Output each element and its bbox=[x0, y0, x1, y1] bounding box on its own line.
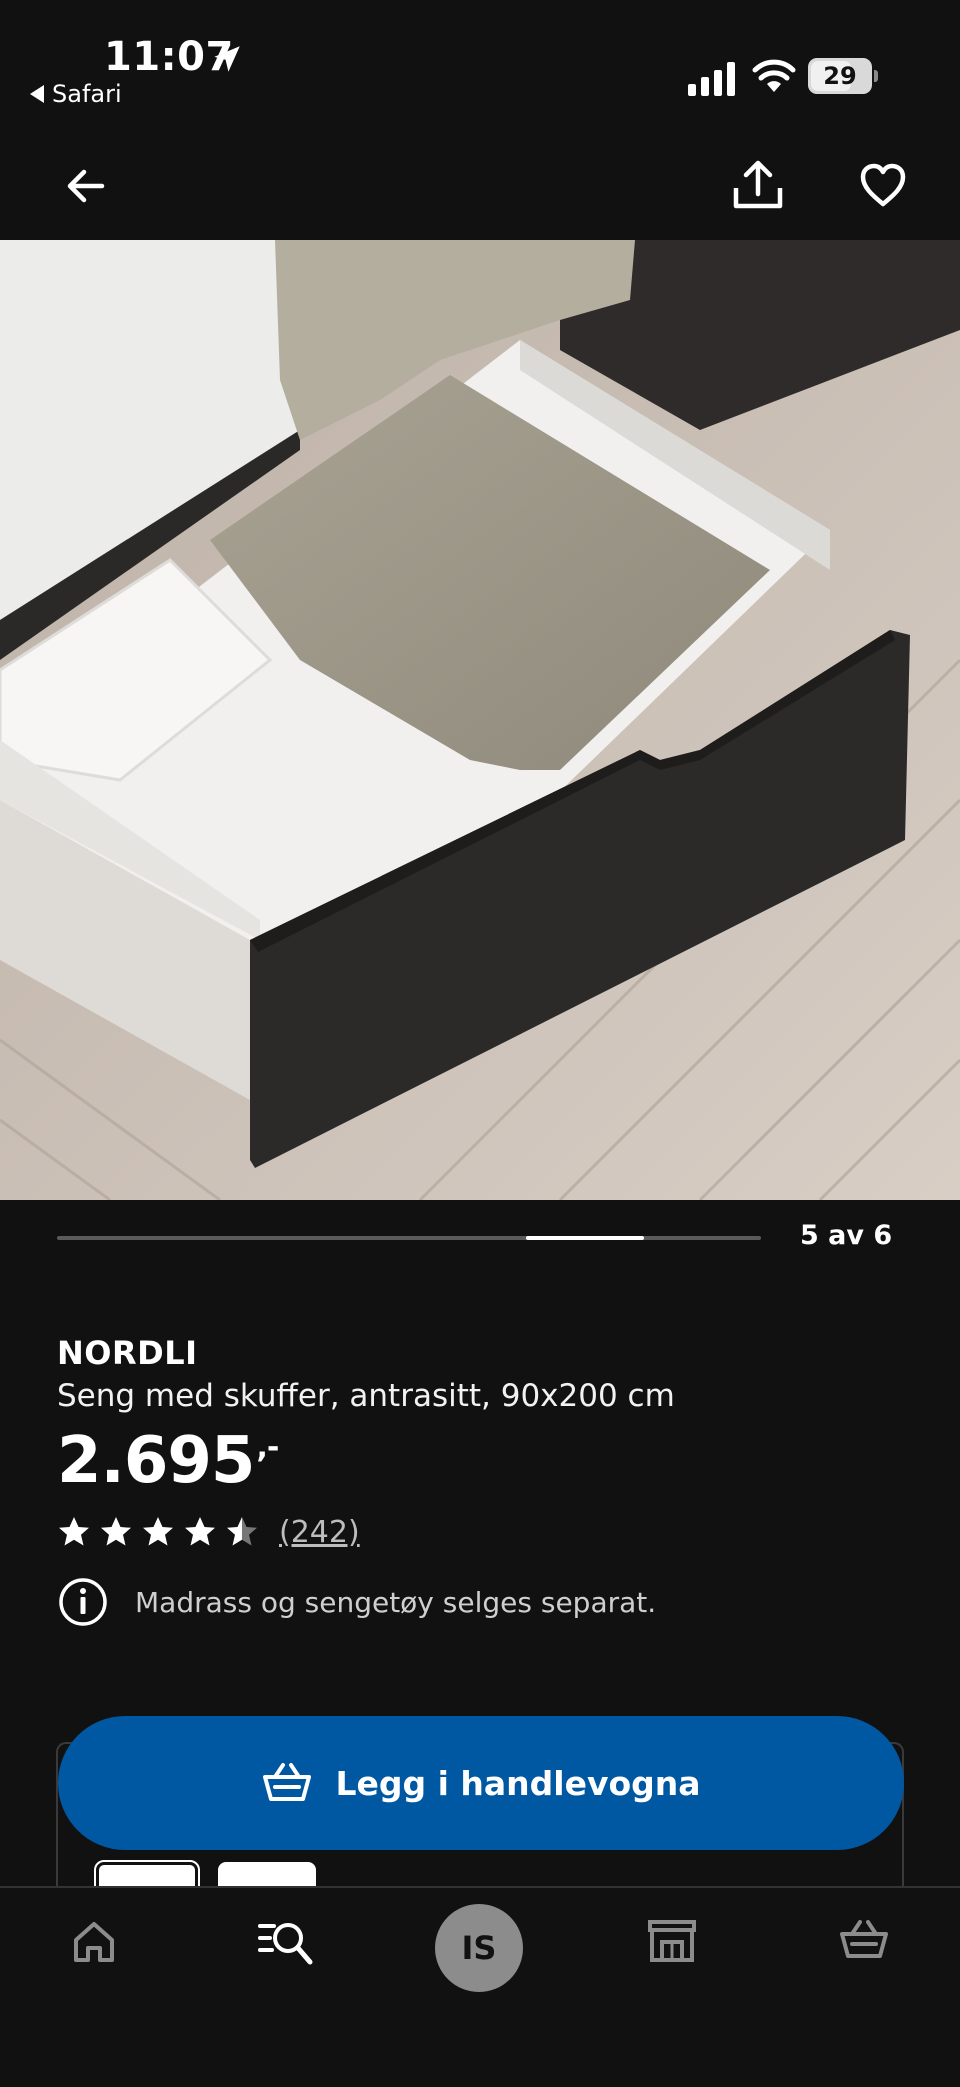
status-bar: 11:07 Safari 29 bbox=[0, 0, 960, 120]
back-to-app-link[interactable]: Safari bbox=[30, 80, 122, 108]
product-brand: NORDLI bbox=[57, 1334, 198, 1372]
gallery-progress-fill bbox=[526, 1236, 644, 1240]
home-icon[interactable] bbox=[70, 1918, 118, 1966]
add-to-cart-label: Legg i handlevogna bbox=[335, 1763, 701, 1803]
info-icon bbox=[59, 1578, 107, 1626]
battery-level: 29 bbox=[823, 62, 857, 90]
rating-stars bbox=[57, 1515, 267, 1549]
star-icon bbox=[185, 1517, 215, 1546]
product-notice: Madrass og sengetøy selges separat. bbox=[57, 1576, 656, 1628]
notice-text: Madrass og sengetøy selges separat. bbox=[135, 1585, 657, 1619]
cellular-signal-icon bbox=[688, 62, 735, 96]
star-icon bbox=[59, 1517, 89, 1546]
price-suffix: ,- bbox=[256, 1430, 279, 1465]
wifi-icon bbox=[752, 59, 796, 92]
arrow-left-icon[interactable] bbox=[62, 162, 110, 210]
add-to-cart-button[interactable]: Legg i handlevogna bbox=[58, 1716, 904, 1850]
share-icon[interactable] bbox=[730, 158, 786, 212]
search-icon[interactable] bbox=[258, 1918, 314, 1966]
rating-row[interactable]: (242) bbox=[57, 1512, 360, 1552]
star-icon bbox=[143, 1517, 173, 1546]
star-icon bbox=[227, 1517, 257, 1546]
product-image[interactable] bbox=[0, 240, 960, 1200]
heart-icon[interactable] bbox=[858, 160, 908, 210]
bottom-tab-bar: IS bbox=[0, 1886, 960, 2087]
review-count-link[interactable]: (242) bbox=[279, 1515, 360, 1550]
location-arrow-icon bbox=[214, 46, 240, 72]
product-price: 2.695,- bbox=[57, 1424, 279, 1498]
back-app-label: Safari bbox=[52, 80, 122, 108]
store-icon[interactable] bbox=[646, 1918, 698, 1964]
gallery-progress: 5 av 6 bbox=[0, 1200, 960, 1280]
basket-icon[interactable] bbox=[838, 1918, 890, 1962]
gallery-counter: 5 av 6 bbox=[800, 1220, 893, 1251]
product-description: Seng med skuffer, antrasitt, 90x200 cm bbox=[57, 1378, 675, 1414]
battery-icon: 29 bbox=[808, 58, 878, 96]
price-value: 2.695 bbox=[57, 1424, 255, 1498]
back-triangle-icon bbox=[30, 85, 44, 103]
star-icon bbox=[101, 1517, 131, 1546]
profile-avatar[interactable]: IS bbox=[435, 1904, 523, 1992]
top-navigation bbox=[0, 120, 960, 240]
gallery-progress-track bbox=[57, 1236, 761, 1240]
product-photo-illustration bbox=[0, 240, 960, 1200]
basket-icon bbox=[263, 1763, 312, 1801]
